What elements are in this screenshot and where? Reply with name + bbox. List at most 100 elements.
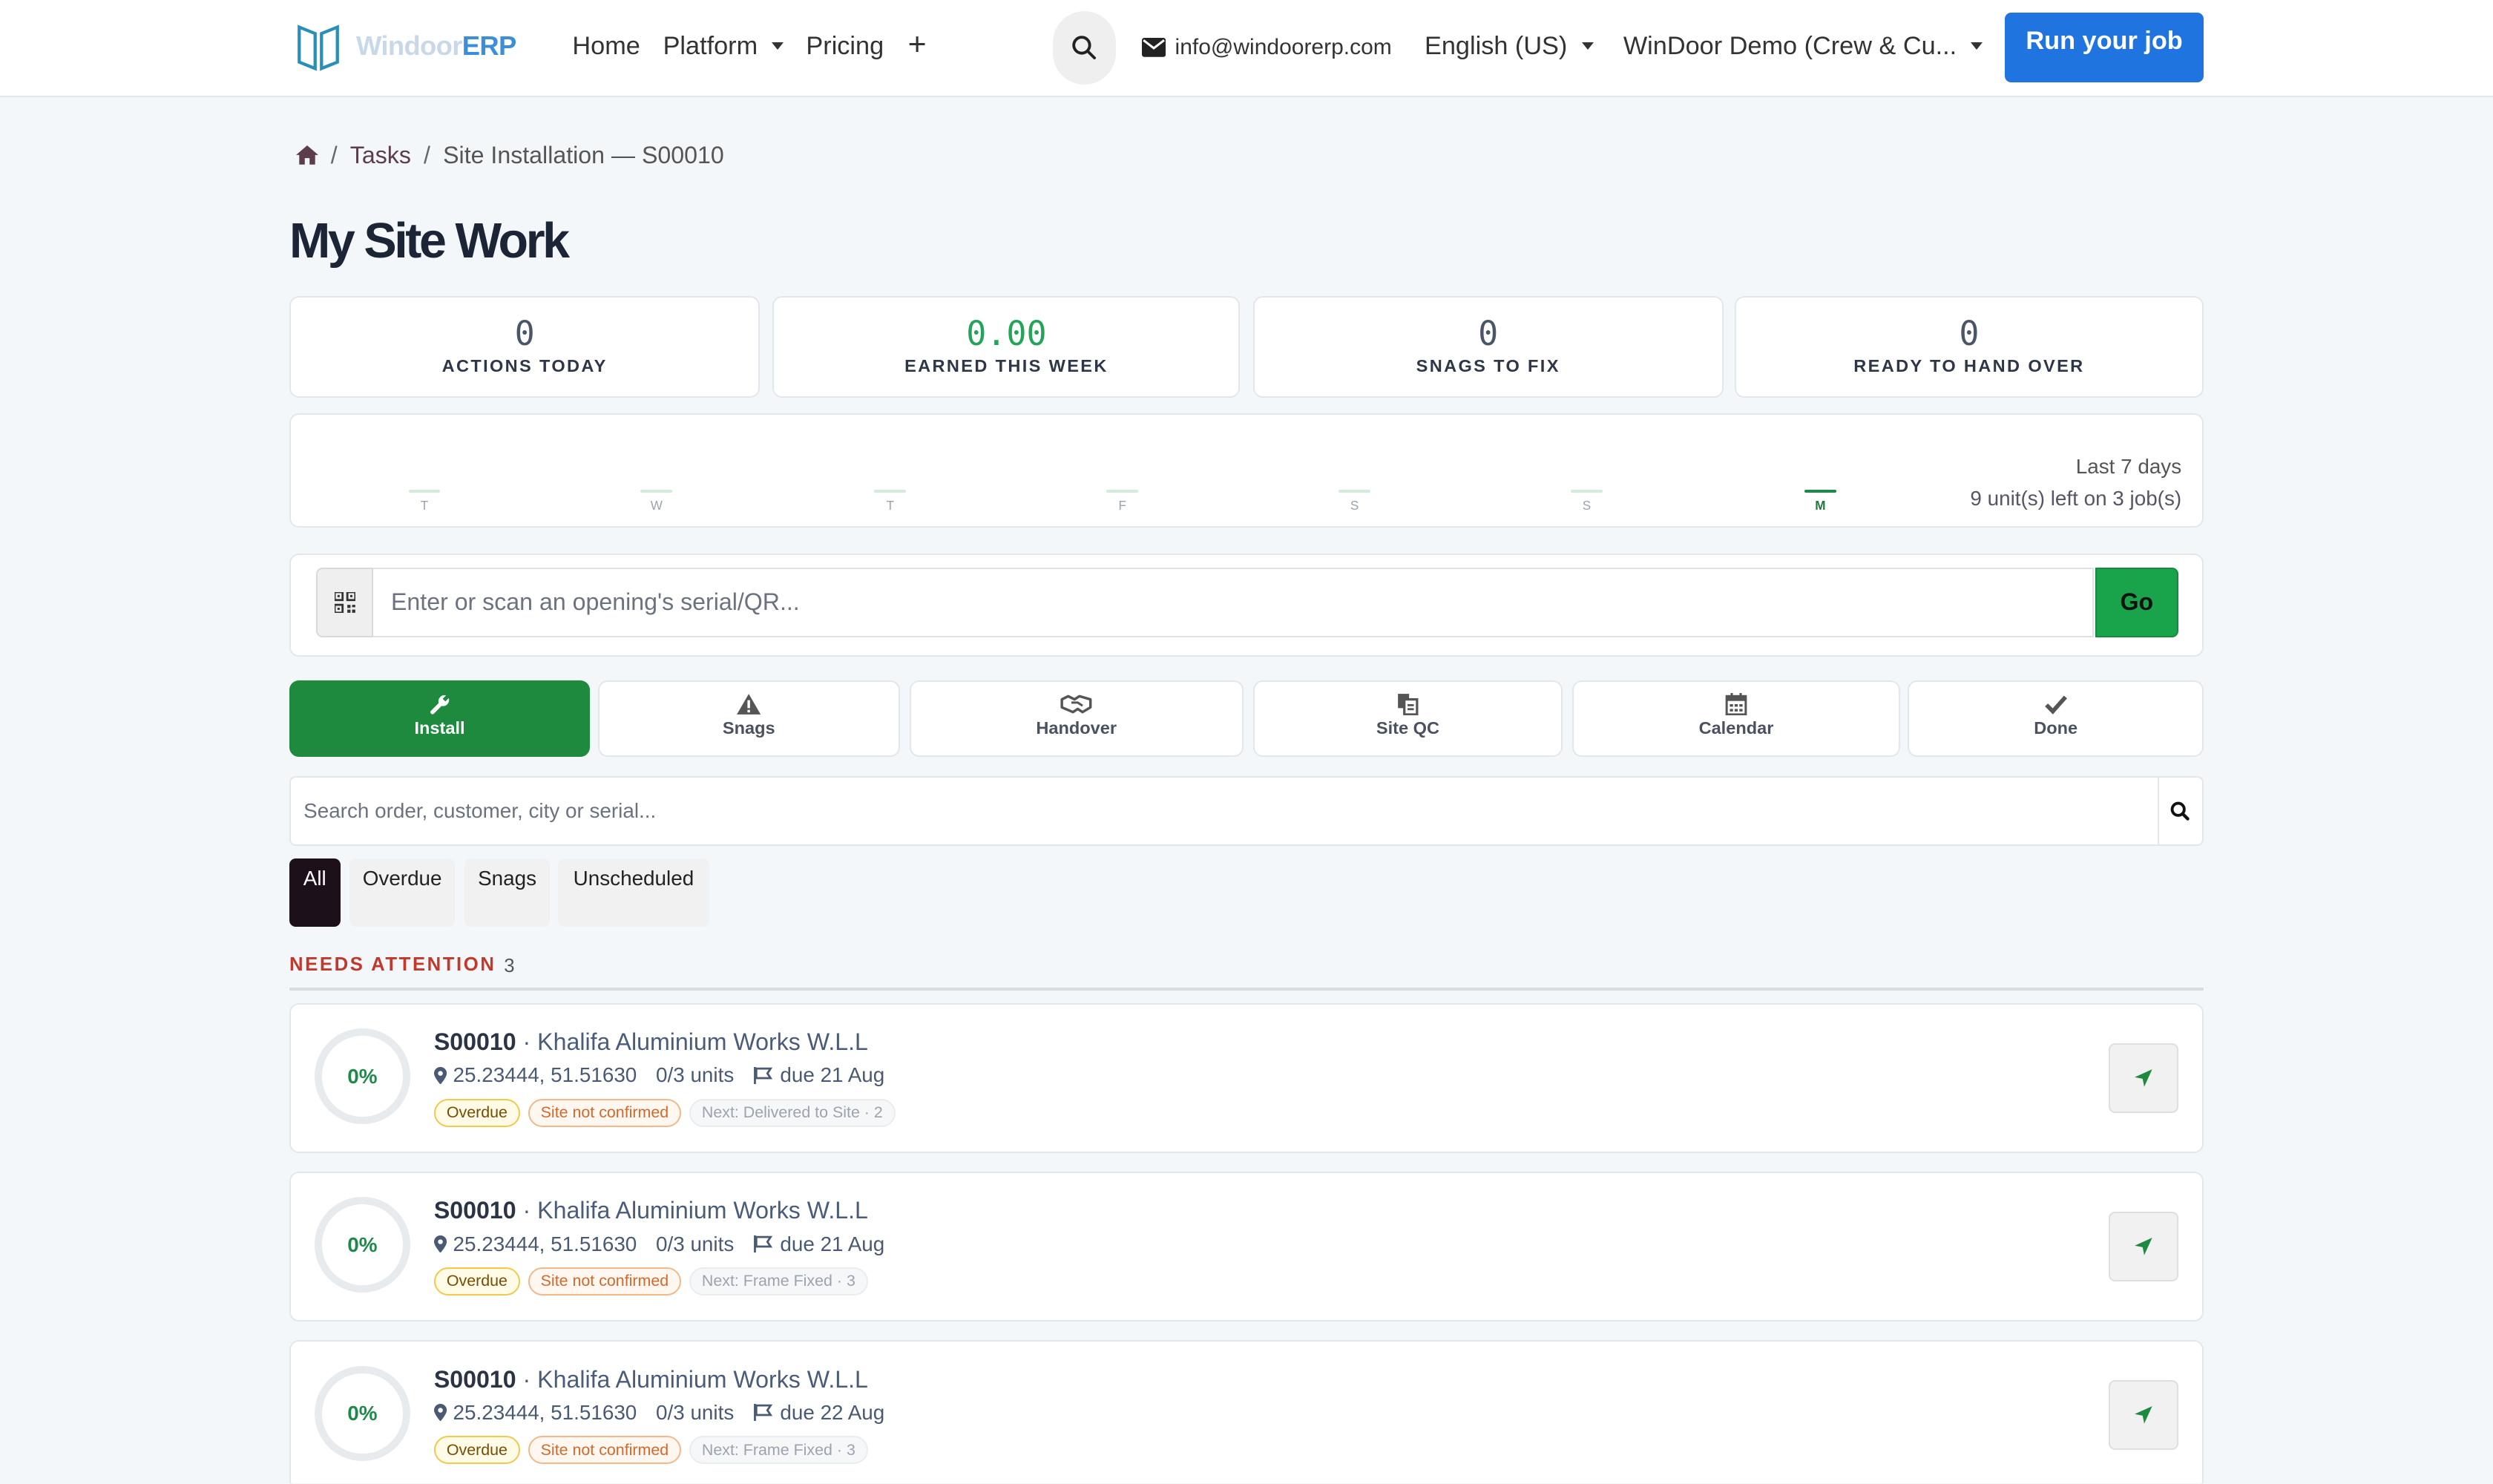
tab-calendar[interactable]: Calendar [1572,680,1900,757]
handshake-icon [1060,695,1092,714]
progress-ring: 0% [315,1365,410,1462]
global-search-button[interactable] [1052,11,1117,85]
day-label: T [420,497,429,513]
job-search-input[interactable] [291,777,2159,844]
job-due-date: due 22 Aug [780,1400,885,1424]
stat-earned-this-week: 0.00 EARNED THIS WEEK [772,295,1241,398]
customer-name: Khalifa Aluminium Works W.L.L [537,1197,868,1224]
job-card[interactable]: 0% S00010 · Khalifa Aluminium Works W.L.… [289,1340,2204,1484]
stat-label: READY TO HAND OVER [1853,355,2085,375]
qr-glyph [334,592,355,613]
top-navbar: WindoorERP Home Platform Pricing + info@… [0,0,2493,97]
tab-install[interactable]: Install [289,680,590,757]
flag-icon [754,1235,772,1253]
order-number: S00010 [433,1028,516,1056]
nav-platform-dropdown[interactable]: Platform [663,32,784,61]
location-arrow-icon [2134,1068,2152,1087]
filter-overdue[interactable]: Overdue [349,858,455,928]
breadcrumb-separator: / [330,141,338,168]
breadcrumb-tasks[interactable]: Tasks [350,142,411,169]
job-tags: Overdue Site not confirmed Next: Frame F… [433,1435,876,1465]
logo-text: WindoorERP [355,30,516,62]
navigate-button[interactable] [2108,1379,2178,1451]
home-icon[interactable] [295,145,318,165]
next-step-badge: Next: Delivered to Site · 2 [689,1098,896,1128]
stat-label: EARNED THIS WEEK [904,355,1108,375]
run-your-job-button[interactable]: Run your job [2005,13,2204,83]
nav-pricing[interactable]: Pricing [806,32,884,61]
serial-scan-input[interactable] [373,567,2094,638]
map-pin-icon [433,1403,447,1422]
job-search-bar [289,775,2204,846]
caret-down-icon [1971,42,1983,50]
section-heading: NEEDS ATTENTION [289,953,496,975]
job-coordinates: 25.23444, 51.51630 [453,1232,637,1255]
filter-all[interactable]: All [289,858,341,928]
job-meta: 25.23444, 51.51630 0/3 units due 21 Aug [433,1063,884,1087]
job-due-date: due 21 Aug [780,1232,885,1255]
logo[interactable]: WindoorERP [296,21,516,72]
tab-label: Done [2034,718,2078,738]
day-bar [408,489,441,493]
section-count: 3 [504,955,515,976]
overdue-badge: Overdue [433,1267,520,1296]
caret-down-icon [772,42,784,50]
day-column-today: M [1804,489,1836,513]
tab-snags[interactable]: Snags [597,680,900,757]
day-column: T [874,489,907,513]
stat-snags-to-fix: 0 SNAGS TO FIX [1252,295,1724,398]
language-dropdown[interactable]: English (US) [1425,32,1594,61]
serial-scan-form: Go [289,553,2204,657]
day-bar [640,489,673,493]
job-card[interactable]: 0% S00010 · Khalifa Aluminium Works W.L.… [289,1172,2204,1322]
nav-platform-label: Platform [663,31,758,60]
stat-label: ACTIONS TODAY [441,355,608,375]
warning-icon [737,694,761,715]
go-button[interactable]: Go [2095,567,2178,638]
company-dropdown[interactable]: WinDoor Demo (Crew & Cu... [1623,32,1983,61]
qr-code-icon[interactable] [316,567,374,638]
order-number: S00010 [433,1197,516,1224]
filter-snags[interactable]: Snags [464,858,551,928]
stat-value: 0 [1478,314,1499,354]
day-label: S [1582,497,1592,513]
day-column: W [640,489,673,513]
tab-site-qc[interactable]: Site QC [1252,680,1563,757]
customer-name: Khalifa Aluminium Works W.L.L [537,1365,868,1393]
job-units: 0/3 units [656,1400,735,1424]
day-column: S [1339,489,1370,513]
page-title: My Site Work [289,214,570,269]
overdue-badge: Overdue [433,1435,520,1465]
day-label: T [886,497,895,513]
map-pin-icon [433,1235,447,1253]
envelope-icon [1141,38,1166,57]
stat-value: 0.00 [966,314,1047,354]
section-divider [289,987,2204,991]
search-icon [1072,36,1097,60]
breadcrumb-current: Site Installation — S00010 [443,141,724,168]
tab-label: Snags [722,718,775,738]
contact-email-link[interactable]: info@windoorerp.com [1141,35,1392,60]
tab-handover[interactable]: Handover [909,680,1244,757]
order-number: S00010 [433,1365,516,1393]
customer-name: Khalifa Aluminium Works W.L.L [537,1028,868,1056]
navigate-button[interactable] [2108,1211,2178,1281]
caret-down-icon [1581,42,1594,50]
stat-ready-to-hand-over: 0 READY TO HAND OVER [1734,295,2204,398]
job-card[interactable]: 0% S00010 · Khalifa Aluminium Works W.L.… [289,1003,2204,1153]
nav-add-button[interactable]: + [908,27,927,63]
day-bar [1106,489,1139,493]
day-bar [874,489,907,493]
day-label: S [1350,497,1359,513]
job-search-button[interactable] [2158,778,2202,844]
nav-home[interactable]: Home [572,32,640,61]
stat-actions-today: 0 ACTIONS TODAY [289,295,761,398]
language-label: English (US) [1425,31,1568,60]
navigate-button[interactable] [2108,1043,2178,1113]
filter-unscheduled[interactable]: Unscheduled [558,858,709,928]
job-coordinates: 25.23444, 51.51630 [453,1400,637,1424]
job-units: 0/3 units [656,1232,735,1255]
day-bar [1804,489,1836,493]
tab-done[interactable]: Done [1908,680,2204,757]
day-label: F [1118,497,1126,513]
